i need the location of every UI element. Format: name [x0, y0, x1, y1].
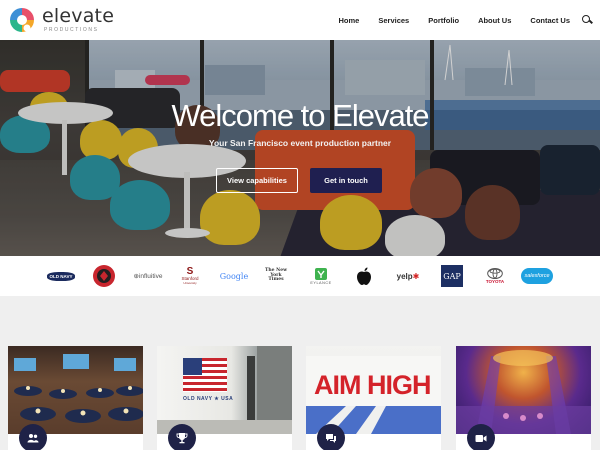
trophy-icon [168, 424, 196, 450]
client-gap-logo: GAP [440, 256, 464, 296]
hero-subtitle: Your San Francisco event production part… [208, 138, 392, 148]
services-section: OLD NAVY ★ USA AIM HIGH [0, 296, 600, 450]
ballroom-event-image [456, 346, 591, 434]
hero-title: Welcome to Elevate [171, 98, 429, 133]
search-icon[interactable] [582, 15, 592, 25]
client-eylance-logo: EYLANCE [305, 256, 337, 296]
banquet-hall-image [8, 346, 143, 434]
brand-tagline: PRODUCTIONS [44, 27, 99, 33]
logo-mark-icon [8, 6, 36, 34]
video-icon [467, 424, 495, 450]
nav-services[interactable]: Services [378, 16, 409, 25]
chat-icon [317, 424, 345, 450]
service-card[interactable]: AIM HIGH [306, 346, 441, 450]
apple-logo-icon [354, 256, 374, 296]
client-logo-strip: OLD NAVY ⊕ influitive S Stanford Universi… [0, 256, 600, 296]
event-banner-text: AIM HIGH [314, 370, 431, 400]
client-yelp-logo: yelp ✱ [396, 271, 420, 281]
club-emblem-icon [92, 256, 116, 296]
client-stanford-logo: S Stanford University [181, 266, 199, 285]
brand-logo[interactable]: elevate PRODUCTIONS [8, 3, 114, 37]
main-nav: Home Services Portfolio About Us Contact… [320, 0, 592, 40]
old-navy-event-image: OLD NAVY ★ USA [157, 346, 292, 434]
service-card[interactable]: OLD NAVY ★ USA [157, 346, 292, 450]
nav-portfolio[interactable]: Portfolio [428, 16, 459, 25]
hero-banner: Welcome to Elevate Your San Francisco ev… [0, 40, 600, 256]
nav-home[interactable]: Home [339, 16, 360, 25]
get-in-touch-button[interactable]: Get in touch [310, 168, 382, 193]
site-header: elevate PRODUCTIONS Home Services Portfo… [0, 0, 600, 40]
hero-overlay [0, 40, 600, 256]
service-card[interactable] [8, 346, 143, 450]
nav-about-us[interactable]: About Us [478, 16, 511, 25]
view-capabilities-button[interactable]: View capabilities [216, 168, 298, 193]
toyota-emblem-icon [487, 268, 503, 279]
service-card[interactable] [456, 346, 591, 450]
client-toyota-logo: TOYOTA [480, 256, 510, 296]
client-salesforce-logo: salesforce [520, 256, 554, 296]
eylance-mark-icon [315, 268, 327, 280]
aim-high-event-image: AIM HIGH [306, 346, 441, 434]
client-influitive-logo: ⊕ influitive [133, 272, 163, 281]
nav-contact-us[interactable]: Contact Us [530, 16, 570, 25]
client-google-logo: Google [219, 271, 249, 281]
people-icon [19, 424, 47, 450]
event-banner-text: OLD NAVY ★ USA [183, 396, 234, 402]
client-old-navy-logo: OLD NAVY [45, 256, 77, 296]
brand-name: elevate [42, 5, 115, 27]
client-nyt-logo: The New York Times [265, 267, 287, 283]
